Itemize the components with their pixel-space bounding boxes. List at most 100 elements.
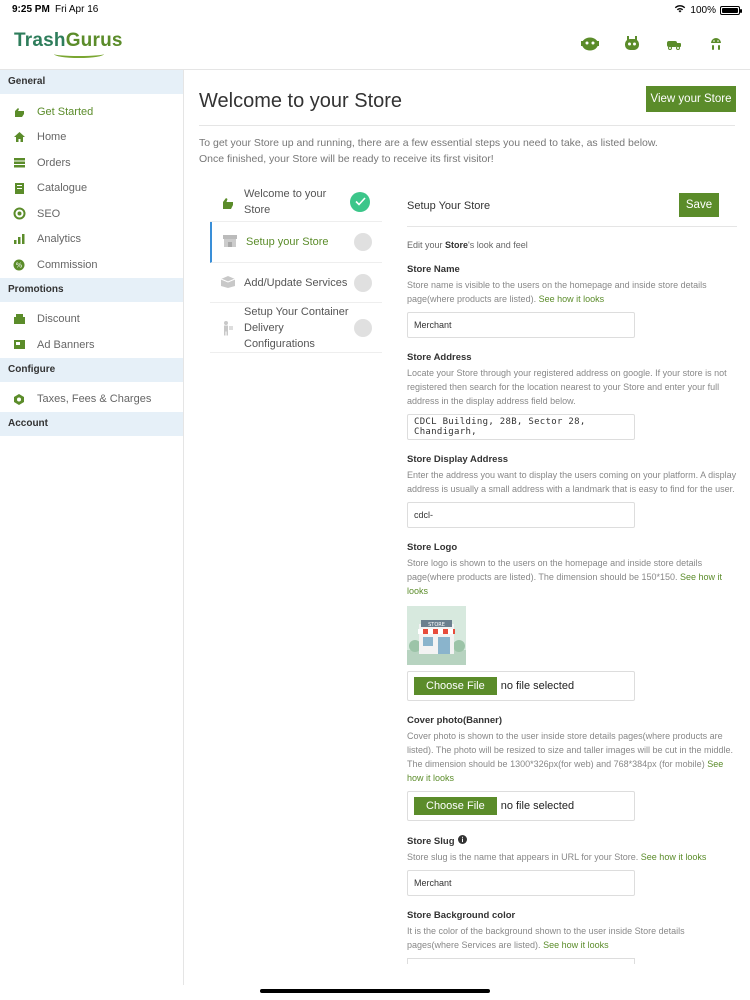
sidebar-item-label: Home — [37, 131, 67, 144]
tax-icon — [12, 392, 26, 406]
app-header: TrashGurus — [0, 20, 750, 70]
see-how-link[interactable]: See how it looks — [641, 852, 707, 862]
intro-line-2: Once finished, your Store will be ready … — [199, 153, 494, 165]
store-address-input[interactable]: CDCL Building, 28B, Sector 28, Chandigar… — [407, 414, 635, 440]
wifi-icon — [674, 4, 686, 16]
chat-bot-icon[interactable] — [580, 34, 600, 54]
store-slug-desc: Store slug is the name that appears in U… — [407, 850, 737, 864]
store-logo-desc: Store logo is shown to the users on the … — [407, 556, 737, 598]
sidebar-item-catalogue[interactable]: Catalogue — [0, 176, 183, 202]
brand-name-part1: Trash — [14, 30, 66, 51]
sidebar-item-label: Orders — [37, 156, 71, 169]
sidebar-item-orders[interactable]: Orders — [0, 150, 183, 176]
sidebar-section-account[interactable]: Account — [0, 412, 183, 436]
status-right: 100% — [674, 4, 742, 16]
store-name-input[interactable]: Merchant — [407, 312, 635, 338]
sidebar-item-label: SEO — [37, 207, 61, 220]
display-address-input[interactable]: cdcl- — [407, 502, 635, 528]
step-welcome[interactable]: Welcome to your Store — [210, 182, 382, 222]
step-label: Setup your Store — [246, 236, 329, 248]
step-label: Add/Update Services — [244, 276, 348, 289]
display-address-desc: Enter the address you want to display th… — [407, 470, 737, 494]
cover-photo-desc: Cover photo is shown to the user inside … — [407, 729, 737, 785]
brand-logo[interactable]: TrashGurus — [14, 30, 123, 58]
banner-icon — [12, 338, 26, 352]
sidebar: General Get Started Home Orders Catalogu… — [0, 70, 184, 985]
store-address-desc: Locate your Store through your registere… — [407, 368, 727, 406]
setup-store-form: Setup Your Store Save Edit your Store's … — [407, 182, 737, 964]
see-how-link[interactable]: See how it looks — [543, 940, 609, 950]
store-icon — [222, 234, 238, 250]
sidebar-item-seo[interactable]: SEO — [0, 201, 183, 227]
bg-color-desc: It is the color of the background shown … — [407, 924, 737, 952]
home-icon — [12, 130, 26, 144]
box-icon — [220, 275, 236, 291]
home-indicator[interactable] — [260, 989, 490, 993]
store-slug-desc-text: Store slug is the name that appears in U… — [407, 852, 641, 862]
edit-note-text: Edit your — [407, 240, 446, 250]
store-slug-label-row: Store Slug — [407, 835, 737, 847]
orders-icon — [12, 156, 26, 170]
form-title: Setup Your Store — [407, 200, 491, 212]
form-header: Setup Your Store Save — [407, 182, 737, 227]
hand-icon — [220, 194, 236, 210]
sidebar-item-ad-banners[interactable]: Ad Banners — [0, 332, 183, 358]
status-bar: 9:25 PM Fri Apr 16 100% — [0, 0, 750, 20]
store-address-label: Store Address — [407, 352, 472, 363]
edit-note: Edit your Store's look and feel — [407, 240, 737, 250]
edit-note-text-2: 's look and feel — [468, 240, 528, 250]
sidebar-item-label: Ad Banners — [37, 338, 95, 351]
store-name-label: Store Name — [407, 264, 460, 275]
catalogue-icon — [12, 181, 26, 195]
status-time: 9:25 PM — [12, 4, 50, 15]
robot-icon[interactable] — [622, 34, 642, 54]
battery-percent: 100% — [690, 4, 716, 16]
sidebar-section-general: General — [0, 70, 183, 94]
see-how-link[interactable]: See how it looks — [539, 294, 605, 304]
cover-photo-field: Cover photo(Banner) Cover photo is shown… — [407, 715, 737, 821]
view-store-button[interactable]: View your Store — [646, 86, 736, 112]
info-icon[interactable] — [457, 835, 467, 847]
sidebar-section-configure: Configure — [0, 357, 183, 382]
store-logo-field: Store Logo Store logo is shown to the us… — [407, 542, 737, 701]
android-icon[interactable] — [706, 34, 726, 54]
sidebar-item-label: Catalogue — [37, 182, 88, 195]
store-sign-text: STORE — [428, 622, 445, 628]
bg-color-input[interactable] — [407, 958, 635, 964]
store-slug-input[interactable]: Merchant — [407, 870, 635, 896]
seo-icon — [12, 207, 26, 221]
step-add-update-services[interactable]: Add/Update Services — [210, 263, 382, 303]
step-status-dot — [354, 318, 372, 337]
file-status: no file selected — [500, 800, 575, 812]
brand-name-part2: Gurus — [65, 30, 123, 51]
display-address-field: Store Display Address Enter the address … — [407, 454, 737, 528]
truck-icon[interactable] — [664, 34, 684, 54]
store-logo-desc-text: Store logo is shown to the users on the … — [407, 558, 703, 582]
svg-text:%: % — [16, 261, 23, 269]
step-container-delivery[interactable]: Setup Your Container Delivery Configurat… — [210, 303, 382, 353]
step-label: Setup Your Container Delivery Configurat… — [244, 305, 349, 350]
sidebar-item-get-started[interactable]: Get Started — [0, 99, 183, 125]
save-button[interactable]: Save — [679, 193, 719, 217]
sidebar-item-label: Get Started — [37, 105, 94, 118]
sidebar-item-analytics[interactable]: Analytics — [0, 227, 183, 253]
sidebar-item-label: Discount — [37, 313, 80, 326]
check-icon — [350, 191, 370, 212]
bg-color-label: Store Background color — [407, 910, 516, 921]
sidebar-item-taxes-fees-charges[interactable]: Taxes, Fees & Charges — [0, 387, 183, 413]
file-status: no file selected — [500, 680, 575, 692]
cover-photo-desc-text: Cover photo is shown to the user inside … — [407, 731, 733, 769]
store-name-desc: Store name is visible to the users on th… — [407, 278, 737, 306]
step-setup-store[interactable]: Setup your Store — [210, 222, 382, 263]
sidebar-item-discount[interactable]: Discount — [0, 307, 183, 333]
sidebar-item-label: Commission — [37, 258, 98, 271]
page-title: Welcome to your Store — [199, 90, 403, 112]
sidebar-item-commission[interactable]: % Commission — [0, 252, 183, 278]
choose-file-button[interactable]: Choose File — [414, 797, 497, 815]
step-status-dot — [354, 233, 372, 251]
choose-file-button[interactable]: Choose File — [414, 677, 497, 695]
sidebar-item-home[interactable]: Home — [0, 125, 183, 151]
intro-text: To get your Store up and running, there … — [199, 135, 739, 167]
status-date: Fri Apr 16 — [55, 4, 99, 15]
delivery-person-icon — [220, 320, 236, 336]
